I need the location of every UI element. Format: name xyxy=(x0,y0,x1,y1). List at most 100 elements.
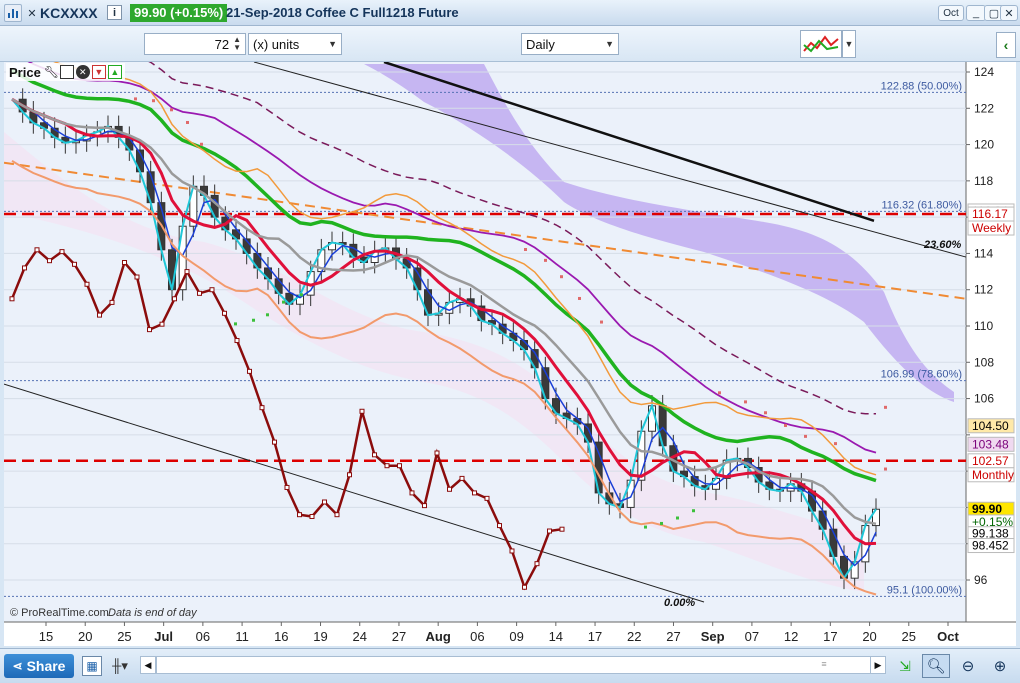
oscillator-marker xyxy=(522,584,527,590)
close-button[interactable]: ✕ xyxy=(1000,5,1018,21)
x-tick-label: 17 xyxy=(588,629,602,644)
oscillator-marker xyxy=(547,528,552,534)
side-panel-toggle[interactable]: ‹ xyxy=(996,32,1016,58)
sar-dot-red xyxy=(578,296,581,300)
trend-label-upper: 23.60% xyxy=(923,239,962,251)
scrollbar-thumb[interactable]: ≡ xyxy=(817,659,831,671)
y-tick-label: 96 xyxy=(974,573,988,587)
data-note: Data is end of day xyxy=(108,607,198,619)
units-input[interactable]: 72 ▲ ▼ xyxy=(144,33,246,55)
wrench-icon[interactable]: 🔧︎ xyxy=(44,65,59,79)
bottom-bar: ⋖ Share ▦ ╫▾ ◀ ≡ ▶ ⇲ 🔍︎ ⊖ ⊕ xyxy=(0,648,1020,683)
indicators-dropdown[interactable]: ▼ xyxy=(842,30,856,58)
y-tick-label: 106 xyxy=(974,392,994,406)
sar-dot-green xyxy=(300,293,303,297)
close-tab-icon[interactable]: ✕ xyxy=(26,6,38,20)
oscillator-marker xyxy=(447,486,452,492)
oscillator-marker xyxy=(109,299,115,305)
stepper-icon[interactable]: ▲ ▼ xyxy=(233,36,241,52)
sar-dot-green xyxy=(660,521,663,525)
x-tick-label: 06 xyxy=(470,629,484,644)
x-tick-label: 17 xyxy=(823,629,837,644)
oscillator-marker xyxy=(309,514,315,519)
drawing-tools-icon[interactable]: ▦ xyxy=(82,656,102,676)
zoom-out-icon[interactable]: ⊖ xyxy=(956,654,980,678)
x-tick-label: 14 xyxy=(549,629,563,644)
oscillator-marker xyxy=(222,310,227,316)
oscillator-marker xyxy=(97,312,102,318)
oscillator-marker xyxy=(334,512,340,518)
price-chart[interactable]: 12412212011811611411211010810696152025Ju… xyxy=(3,22,1016,646)
units-label: (x) units xyxy=(253,36,300,52)
ticker-label: KCXXXX xyxy=(40,5,98,21)
x-tick-label: 19 xyxy=(313,629,327,644)
oscillator-marker xyxy=(234,338,240,344)
window-title: 21-Sep-2018 Coffee C Full1218 Future xyxy=(226,5,459,20)
oscillator-marker xyxy=(559,526,565,532)
y-tick-label: 112 xyxy=(974,283,993,297)
timeframe-dropdown[interactable]: Daily ▼ xyxy=(521,33,619,55)
oscillator-marker xyxy=(322,499,327,505)
horizontal-scrollbar[interactable]: ≡ xyxy=(156,656,872,674)
close-panel-icon[interactable]: ✕ xyxy=(75,65,90,79)
sar-dot-red xyxy=(764,411,767,415)
watermark: © ProRealTime.com xyxy=(10,607,109,619)
duplicate-icon[interactable] xyxy=(59,65,74,79)
zoom-fit-icon[interactable]: 🔍︎ xyxy=(922,654,950,678)
sar-dot-red xyxy=(560,275,563,279)
oscillator-marker xyxy=(47,258,52,264)
back-button[interactable]: Oct xyxy=(938,5,964,21)
sar-dot-red xyxy=(884,405,887,409)
x-tick-label: Oct xyxy=(937,629,959,644)
fib-level-label: 95.1 (100.00%) xyxy=(887,584,962,596)
oscillator-marker xyxy=(34,247,40,253)
y-tick-label: 120 xyxy=(974,138,994,152)
scroll-right-button[interactable]: ▶ xyxy=(870,656,886,674)
x-tick-label: 27 xyxy=(666,629,680,644)
sar-dot-red xyxy=(134,97,137,101)
units-dropdown[interactable]: (x) units ▼ xyxy=(248,33,342,55)
oscillator-marker xyxy=(122,260,127,265)
fit-chart-icon[interactable]: ⇲ xyxy=(894,655,916,677)
x-tick-label: 24 xyxy=(353,629,367,644)
sar-dot-red xyxy=(884,467,887,471)
x-tick-label: 12 xyxy=(784,629,798,644)
zoom-in-icon[interactable]: ⊕ xyxy=(988,654,1012,678)
info-icon[interactable]: i xyxy=(107,5,122,20)
indicators-button[interactable] xyxy=(800,30,842,58)
move-up-icon[interactable]: ▲ xyxy=(107,65,122,79)
oscillator-marker xyxy=(397,463,402,469)
oscillator-marker xyxy=(509,548,515,554)
sar-dot-green xyxy=(266,313,269,317)
sar-dot-red xyxy=(600,320,603,324)
share-button[interactable]: ⋖ Share xyxy=(4,654,74,678)
minimize-button[interactable]: _ xyxy=(966,5,986,21)
oscillator-marker xyxy=(372,452,377,458)
price-tag-label: 103.48 xyxy=(972,437,1009,451)
move-down-icon[interactable]: ▼ xyxy=(91,65,106,79)
oscillator-marker xyxy=(172,296,177,302)
sar-dot-red xyxy=(152,99,155,103)
sar-dot-red xyxy=(544,258,547,262)
chart-canvas[interactable]: 12412212011811611411211010810696152025Ju… xyxy=(3,22,1016,646)
y-tick-label: 118 xyxy=(974,174,993,188)
sar-dot-red xyxy=(834,442,837,446)
share-label: Share xyxy=(26,658,66,674)
sar-dot-red xyxy=(744,400,747,404)
chart-style-icon[interactable]: ╫▾ xyxy=(108,656,132,676)
sar-dot-red xyxy=(200,142,203,146)
sar-dot-red xyxy=(804,434,807,438)
fib-level-label: 106.99 (78.60%) xyxy=(881,369,962,381)
x-tick-label: 11 xyxy=(235,629,249,644)
scroll-left-button[interactable]: ◀ xyxy=(140,656,156,674)
fib-level-label: 116.32 (61.80%) xyxy=(881,199,962,211)
toolbar: 72 ▲ ▼ (x) units ▼ Daily ▼ ▼ ‹ xyxy=(0,26,1020,62)
oscillator-marker xyxy=(484,495,490,501)
chart-icon[interactable] xyxy=(4,4,22,22)
oscillator-marker xyxy=(9,296,15,302)
sar-dot-red xyxy=(784,423,787,427)
x-tick-label: 25 xyxy=(902,629,916,644)
sar-dot-red xyxy=(524,247,527,251)
oscillator-marker xyxy=(72,261,77,267)
collapse-arrow-icon: ‹ xyxy=(1003,37,1009,53)
